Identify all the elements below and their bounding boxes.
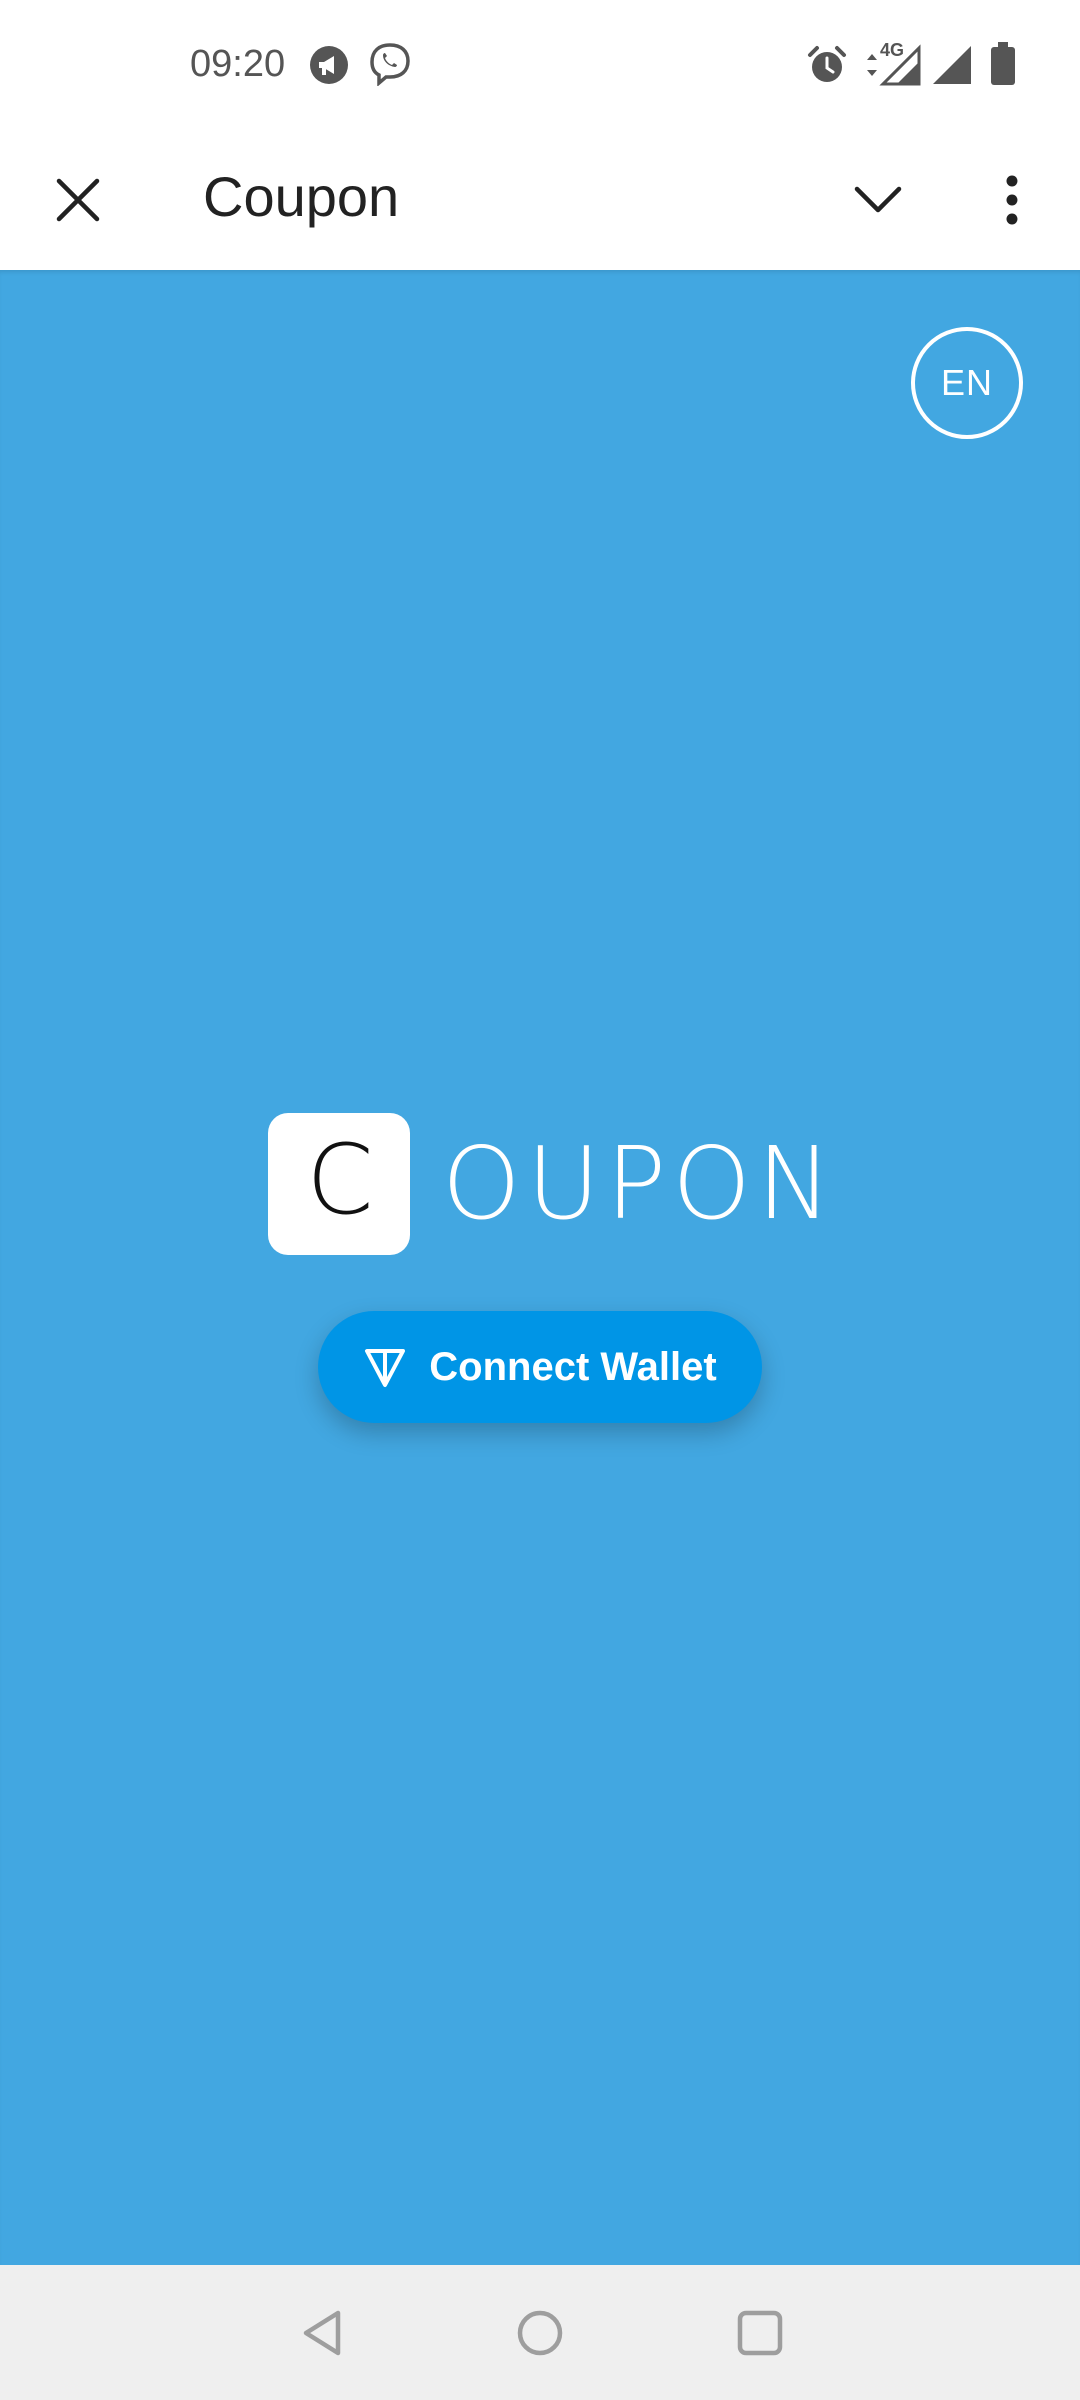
page-title: Coupon <box>203 165 400 228</box>
logo-letter: C <box>306 1124 373 1236</box>
close-icon <box>56 178 100 222</box>
status-bar: 09:20 4G <box>0 0 1080 130</box>
recents-icon <box>737 2310 783 2356</box>
nav-back-button[interactable] <box>282 2293 362 2373</box>
logo-badge: C <box>268 1113 410 1255</box>
signal-4g-icon <box>867 44 921 86</box>
megaphone-icon <box>310 46 348 84</box>
connect-wallet-label: Connect Wallet <box>429 1344 717 1389</box>
more-options-button[interactable] <box>972 160 1052 240</box>
ton-diamond-icon <box>365 1349 406 1387</box>
system-nav-bar <box>0 2265 1080 2400</box>
more-vert-icon <box>1006 175 1018 225</box>
logo-c-glyph: C <box>306 1124 373 1236</box>
alarm-icon <box>808 46 846 82</box>
viber-icon <box>370 43 410 86</box>
coupon-logo: C OUPON <box>268 1113 838 1255</box>
nav-recents-button[interactable] <box>720 2293 800 2373</box>
logo-wordmark: OUPON <box>442 1125 838 1242</box>
nav-home-button[interactable] <box>500 2293 580 2373</box>
connect-wallet-button[interactable]: Connect Wallet <box>318 1311 762 1423</box>
main-content: EN C OUPON Connect Wallet <box>0 270 1080 2265</box>
language-button[interactable]: EN <box>911 327 1023 439</box>
close-button[interactable] <box>38 160 118 240</box>
signal-icon <box>933 46 971 84</box>
app-bar: Coupon <box>0 130 1080 270</box>
battery-icon <box>991 42 1015 85</box>
status-time: 09:20 <box>190 43 286 85</box>
collapse-button[interactable] <box>838 160 918 240</box>
back-icon <box>303 2310 341 2356</box>
chevron-down-icon <box>854 186 902 213</box>
home-icon <box>517 2310 563 2356</box>
